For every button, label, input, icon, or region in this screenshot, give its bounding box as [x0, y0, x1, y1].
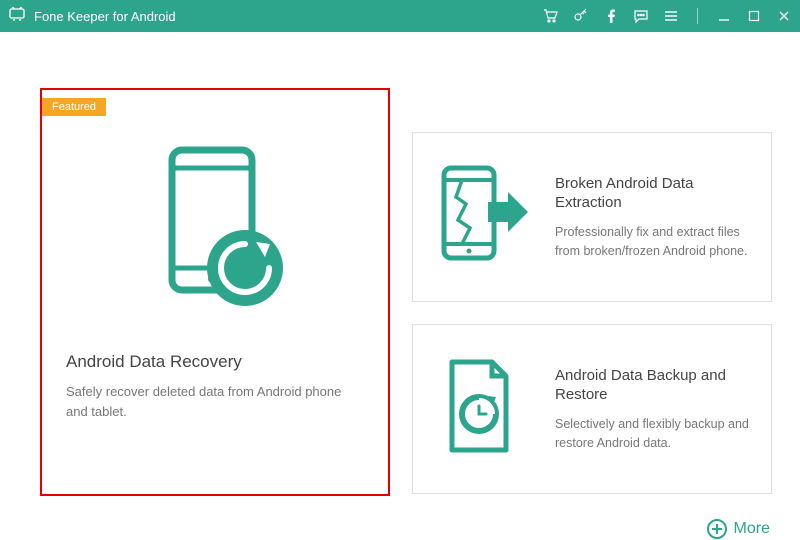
backup-desc: Selectively and flexibly backup and rest… — [555, 415, 751, 453]
broken-desc: Professionally fix and extract files fro… — [555, 223, 751, 261]
backup-title: Android Data Backup and Restore — [555, 366, 751, 405]
backup-file-icon — [427, 354, 537, 464]
card-backup-restore[interactable]: Android Data Backup and Restore Selectiv… — [412, 324, 772, 494]
featured-badge: Featured — [42, 98, 106, 116]
titlebar: Fone Keeper for Android — [0, 0, 800, 32]
recovery-title: Android Data Recovery — [66, 352, 364, 372]
maximize-button[interactable] — [746, 8, 762, 24]
card-android-data-recovery[interactable]: Featured Android Data Recovery Safely re… — [40, 88, 390, 496]
plus-circle-icon — [706, 518, 728, 540]
minimize-button[interactable] — [716, 8, 732, 24]
titlebar-divider — [697, 8, 698, 24]
main-content: Featured Android Data Recovery Safely re… — [0, 32, 800, 68]
cart-icon[interactable] — [543, 8, 559, 24]
key-icon[interactable] — [573, 8, 589, 24]
titlebar-icons — [543, 8, 792, 24]
more-label: More — [734, 520, 770, 538]
app-logo-icon — [8, 5, 26, 28]
recovery-icon — [42, 140, 388, 320]
broken-title: Broken Android Data Extraction — [555, 174, 751, 213]
card-broken-android-extraction[interactable]: Broken Android Data Extraction Professio… — [412, 132, 772, 302]
chat-icon[interactable] — [633, 8, 649, 24]
app-title: Fone Keeper for Android — [34, 9, 176, 24]
more-button[interactable]: More — [706, 518, 770, 540]
menu-icon[interactable] — [663, 8, 679, 24]
close-button[interactable] — [776, 8, 792, 24]
facebook-icon[interactable] — [603, 8, 619, 24]
broken-phone-icon — [427, 162, 537, 272]
recovery-desc: Safely recover deleted data from Android… — [66, 382, 364, 421]
